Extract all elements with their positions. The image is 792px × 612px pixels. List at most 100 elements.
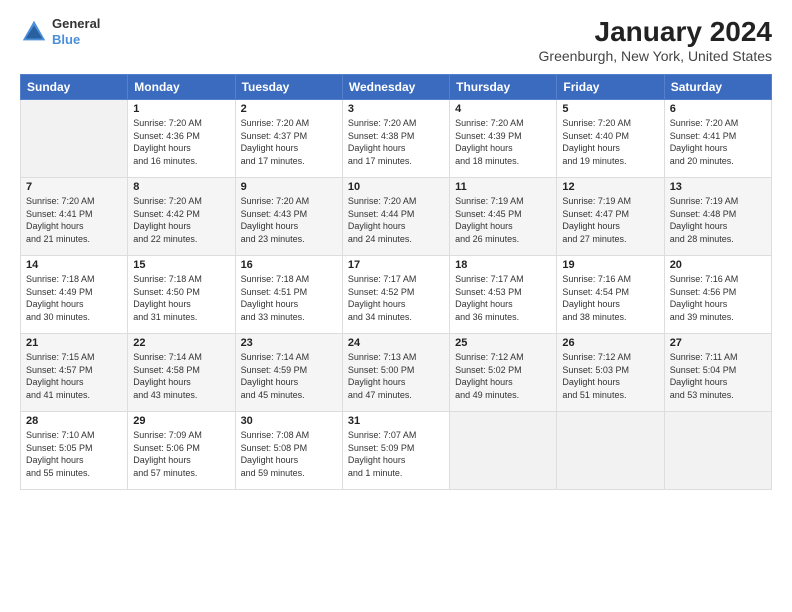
day-detail: Sunrise: 7:20 AMSunset: 4:41 PMDaylight … [670,118,739,166]
day-detail: Sunrise: 7:16 AMSunset: 4:54 PMDaylight … [562,274,631,322]
logo-line2: Blue [52,32,100,48]
calendar-cell: 5Sunrise: 7:20 AMSunset: 4:40 PMDaylight… [557,100,664,178]
day-number: 7 [26,181,122,193]
calendar-cell: 23 Sunrise: 7:14 AMSunset: 4:59 PMDayligh… [235,334,342,412]
day-number: 26 [562,337,658,349]
day-detail: Sunrise: 7:15 AMSunset: 4:57 PMDaylight … [26,352,95,400]
day-detail: Sunrise: 7:20 AMSunset: 4:41 PMDaylight … [26,196,95,244]
weekday-header: Sunday [21,75,128,100]
day-detail: Sunrise: 7:20 AMSunset: 4:40 PMDaylight … [562,118,631,166]
day-detail: Sunrise: 7:18 AMSunset: 4:51 PMDaylight … [241,274,310,322]
calendar-cell: 6 Sunrise: 7:20 AMSunset: 4:41 PMDaylight… [664,100,771,178]
day-detail: Sunrise: 7:17 AMSunset: 4:53 PMDaylight … [455,274,524,322]
day-number: 28 [26,415,122,427]
calendar-cell: 19 Sunrise: 7:16 AMSunset: 4:54 PMDayligh… [557,256,664,334]
day-number: 30 [241,415,337,427]
day-number: 19 [562,259,658,271]
weekday-header: Thursday [450,75,557,100]
calendar-cell: 22 Sunrise: 7:14 AMSunset: 4:58 PMDayligh… [128,334,235,412]
calendar-cell [664,412,771,490]
day-number: 16 [241,259,337,271]
calendar-cell: 3Sunrise: 7:20 AMSunset: 4:38 PMDaylight… [342,100,449,178]
calendar-cell: 4Sunrise: 7:20 AMSunset: 4:39 PMDaylight… [450,100,557,178]
calendar-table: SundayMondayTuesdayWednesdayThursdayFrid… [20,74,772,490]
day-number: 4 [455,103,551,115]
calendar-week-row: 7 Sunrise: 7:20 AMSunset: 4:41 PMDaylight… [21,178,772,256]
calendar-week-row: 28 Sunrise: 7:10 AMSunset: 5:05 PMDayligh… [21,412,772,490]
calendar-cell: 26 Sunrise: 7:12 AMSunset: 5:03 PMDayligh… [557,334,664,412]
day-number: 12 [562,181,658,193]
calendar-cell [450,412,557,490]
calendar-cell: 17Sunrise: 7:17 AMSunset: 4:52 PMDayligh… [342,256,449,334]
day-number: 15 [133,259,229,271]
day-detail: Sunrise: 7:13 AMSunset: 5:00 PMDaylight … [348,352,417,400]
day-detail: Sunrise: 7:20 AMSunset: 4:44 PMDaylight … [348,196,417,244]
weekday-header: Monday [128,75,235,100]
day-number: 8 [133,181,229,193]
calendar-cell: 30 Sunrise: 7:08 AMSunset: 5:08 PMDayligh… [235,412,342,490]
calendar-week-row: 1 Sunrise: 7:20 AMSunset: 4:36 PMDaylight… [21,100,772,178]
day-detail: Sunrise: 7:19 AMSunset: 4:48 PMDaylight … [670,196,739,244]
weekday-header: Saturday [664,75,771,100]
calendar-cell: 21 Sunrise: 7:15 AMSunset: 4:57 PMDayligh… [21,334,128,412]
day-number: 31 [348,415,444,427]
day-detail: Sunrise: 7:12 AMSunset: 5:02 PMDaylight … [455,352,524,400]
day-detail: Sunrise: 7:12 AMSunset: 5:03 PMDaylight … [562,352,631,400]
logo-text: General Blue [52,16,100,47]
calendar-cell: 10Sunrise: 7:20 AMSunset: 4:44 PMDayligh… [342,178,449,256]
weekday-header: Wednesday [342,75,449,100]
day-detail: Sunrise: 7:18 AMSunset: 4:50 PMDaylight … [133,274,202,322]
page: General Blue January 2024 Greenburgh, Ne… [0,0,792,612]
day-number: 21 [26,337,122,349]
day-number: 22 [133,337,229,349]
calendar-cell: 29Sunrise: 7:09 AMSunset: 5:06 PMDayligh… [128,412,235,490]
day-number: 9 [241,181,337,193]
calendar-subtitle: Greenburgh, New York, United States [539,48,772,64]
calendar-cell: 25 Sunrise: 7:12 AMSunset: 5:02 PMDayligh… [450,334,557,412]
calendar-cell: 9Sunrise: 7:20 AMSunset: 4:43 PMDaylight… [235,178,342,256]
day-number: 6 [670,103,766,115]
day-detail: Sunrise: 7:14 AMSunset: 4:58 PMDaylight … [133,352,202,400]
calendar-cell: 20Sunrise: 7:16 AMSunset: 4:56 PMDayligh… [664,256,771,334]
calendar-cell: 13Sunrise: 7:19 AMSunset: 4:48 PMDayligh… [664,178,771,256]
calendar-cell [21,100,128,178]
day-detail: Sunrise: 7:10 AMSunset: 5:05 PMDaylight … [26,430,95,478]
day-detail: Sunrise: 7:20 AMSunset: 4:42 PMDaylight … [133,196,202,244]
calendar-cell: 14 Sunrise: 7:18 AMSunset: 4:49 PMDayligh… [21,256,128,334]
calendar-cell: 28 Sunrise: 7:10 AMSunset: 5:05 PMDayligh… [21,412,128,490]
day-detail: Sunrise: 7:19 AMSunset: 4:47 PMDaylight … [562,196,631,244]
day-number: 18 [455,259,551,271]
day-number: 3 [348,103,444,115]
calendar-cell: 16 Sunrise: 7:18 AMSunset: 4:51 PMDayligh… [235,256,342,334]
day-number: 25 [455,337,551,349]
calendar-title: January 2024 [539,16,772,48]
weekday-header: Tuesday [235,75,342,100]
day-number: 23 [241,337,337,349]
day-detail: Sunrise: 7:11 AMSunset: 5:04 PMDaylight … [670,352,738,400]
calendar-cell [557,412,664,490]
calendar-cell: 27 Sunrise: 7:11 AMSunset: 5:04 PMDayligh… [664,334,771,412]
calendar-cell: 7 Sunrise: 7:20 AMSunset: 4:41 PMDaylight… [21,178,128,256]
day-detail: Sunrise: 7:09 AMSunset: 5:06 PMDaylight … [133,430,202,478]
day-detail: Sunrise: 7:20 AMSunset: 4:36 PMDaylight … [133,118,202,166]
calendar-week-row: 14 Sunrise: 7:18 AMSunset: 4:49 PMDayligh… [21,256,772,334]
day-detail: Sunrise: 7:19 AMSunset: 4:45 PMDaylight … [455,196,524,244]
calendar-cell: 15 Sunrise: 7:18 AMSunset: 4:50 PMDayligh… [128,256,235,334]
day-detail: Sunrise: 7:08 AMSunset: 5:08 PMDaylight … [241,430,310,478]
title-block: January 2024 Greenburgh, New York, Unite… [539,16,772,64]
day-detail: Sunrise: 7:14 AMSunset: 4:59 PMDaylight … [241,352,310,400]
day-detail: Sunrise: 7:07 AMSunset: 5:09 PMDaylight … [348,430,417,478]
day-number: 27 [670,337,766,349]
day-detail: Sunrise: 7:20 AMSunset: 4:37 PMDaylight … [241,118,310,166]
calendar-cell: 2Sunrise: 7:20 AMSunset: 4:37 PMDaylight… [235,100,342,178]
calendar-cell: 8 Sunrise: 7:20 AMSunset: 4:42 PMDaylight… [128,178,235,256]
weekday-header: Friday [557,75,664,100]
day-detail: Sunrise: 7:18 AMSunset: 4:49 PMDaylight … [26,274,95,322]
day-number: 11 [455,181,551,193]
day-detail: Sunrise: 7:16 AMSunset: 4:56 PMDaylight … [670,274,739,322]
calendar-week-row: 21 Sunrise: 7:15 AMSunset: 4:57 PMDayligh… [21,334,772,412]
day-number: 1 [133,103,229,115]
day-number: 17 [348,259,444,271]
day-number: 14 [26,259,122,271]
day-number: 24 [348,337,444,349]
